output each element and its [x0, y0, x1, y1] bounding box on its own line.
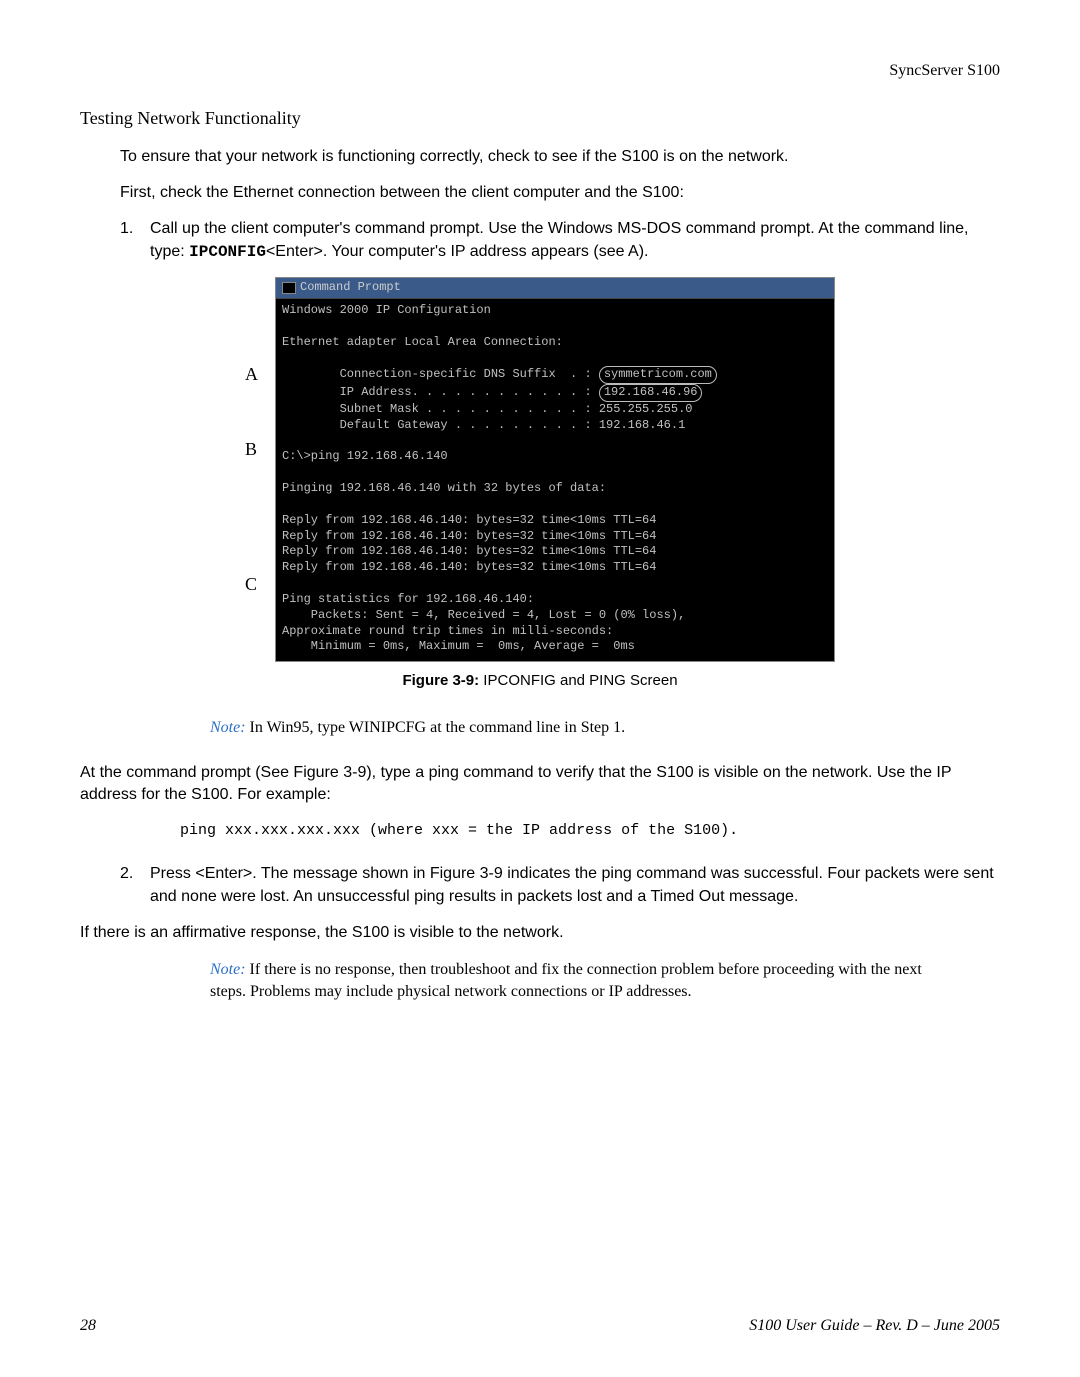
- term-cfg-mask: Subnet Mask . . . . . . . . . . . : 255.…: [282, 402, 692, 416]
- term-ping-header: Pinging 192.168.46.140 with 32 bytes of …: [282, 481, 606, 495]
- term-ping-cmd: C:\>ping 192.168.46.140: [282, 449, 448, 463]
- step-2-text: Press <Enter>. The message shown in Figu…: [150, 863, 1000, 908]
- term-stats-1: Ping statistics for 192.168.46.140:: [282, 592, 534, 606]
- term-stats-2: Packets: Sent = 4, Received = 4, Lost = …: [282, 608, 685, 622]
- term-stats-4: Minimum = 0ms, Maximum = 0ms, Average = …: [282, 639, 635, 653]
- page-footer: 28 S100 User Guide – Rev. D – June 2005: [80, 1315, 1000, 1337]
- paragraph-3: At the command prompt (See Figure 3-9), …: [80, 762, 1000, 807]
- note-1-text: In Win95, type WINIPCFG at the command l…: [246, 719, 626, 736]
- page-header-product: SyncServer S100: [80, 60, 1000, 82]
- term-suffix-oval: symmetricom.com: [599, 366, 717, 384]
- term-reply-2: Reply from 192.168.46.140: bytes=32 time…: [282, 529, 656, 543]
- marker-b: B: [245, 437, 257, 462]
- command-prompt-window: Command Prompt Windows 2000 IP Configura…: [275, 277, 835, 662]
- intro-paragraph-1: To ensure that your network is functioni…: [120, 146, 1000, 168]
- term-stats-3: Approximate round trip times in milli-se…: [282, 624, 613, 638]
- paragraph-4: If there is an affirmative response, the…: [80, 922, 1000, 944]
- term-reply-4: Reply from 192.168.46.140: bytes=32 time…: [282, 560, 656, 574]
- note-1-label: Note:: [210, 719, 246, 736]
- term-reply-1: Reply from 192.168.46.140: bytes=32 time…: [282, 513, 656, 527]
- marker-a: A: [245, 362, 258, 387]
- note-2-text: If there is no response, then troublesho…: [210, 961, 922, 1000]
- note-2-label: Note:: [210, 961, 246, 978]
- ping-example-code: ping xxx.xxx.xxx.xxx (where xxx = the IP…: [180, 820, 1000, 841]
- section-title: Testing Network Functionality: [80, 106, 1000, 131]
- step-1-text: Call up the client computer's command pr…: [150, 218, 1000, 263]
- terminal-titlebar: Command Prompt: [276, 278, 834, 299]
- footer-page-number: 28: [80, 1315, 96, 1337]
- term-line-adapter: Ethernet adapter Local Area Connection:: [282, 335, 563, 349]
- term-ip-oval: 192.168.46.96: [599, 384, 703, 402]
- step-1-text-b: <Enter>. Your computer's IP address appe…: [266, 243, 649, 260]
- cmd-icon: [282, 282, 296, 294]
- intro-paragraph-2: First, check the Ethernet connection bet…: [120, 182, 1000, 204]
- step-1: 1. Call up the client computer's command…: [120, 218, 1000, 263]
- terminal-figure: A B C Command Prompt Windows 2000 IP Con…: [80, 277, 1000, 662]
- term-line-winver: Windows 2000 IP Configuration: [282, 303, 491, 317]
- figure-markers: A B C: [245, 277, 275, 662]
- step-1-number: 1.: [120, 218, 150, 263]
- footer-doc-title: S100 User Guide – Rev. D – June 2005: [749, 1315, 1000, 1337]
- figure-caption: Figure 3-9: IPCONFIG and PING Screen: [80, 670, 1000, 691]
- term-reply-3: Reply from 192.168.46.140: bytes=32 time…: [282, 544, 656, 558]
- note-1: Note: In Win95, type WINIPCFG at the com…: [210, 717, 950, 739]
- terminal-title-text: Command Prompt: [300, 280, 401, 296]
- figure-caption-label: Figure 3-9:: [402, 672, 479, 689]
- term-cfg-ip-a: IP Address. . . . . . . . . . . . :: [282, 385, 599, 399]
- term-cfg-gw: Default Gateway . . . . . . . . . : 192.…: [282, 418, 685, 432]
- step-2-number: 2.: [120, 863, 150, 908]
- terminal-body: Windows 2000 IP Configuration Ethernet a…: [276, 299, 834, 661]
- step-2: 2. Press <Enter>. The message shown in F…: [120, 863, 1000, 908]
- term-cfg-suffix: Connection-specific DNS Suffix . :: [282, 367, 599, 381]
- ipconfig-command: IPCONFIG: [189, 243, 266, 261]
- marker-c: C: [245, 572, 257, 597]
- note-2: Note: If there is no response, then trou…: [210, 959, 950, 1004]
- figure-caption-text: IPCONFIG and PING Screen: [479, 672, 677, 689]
